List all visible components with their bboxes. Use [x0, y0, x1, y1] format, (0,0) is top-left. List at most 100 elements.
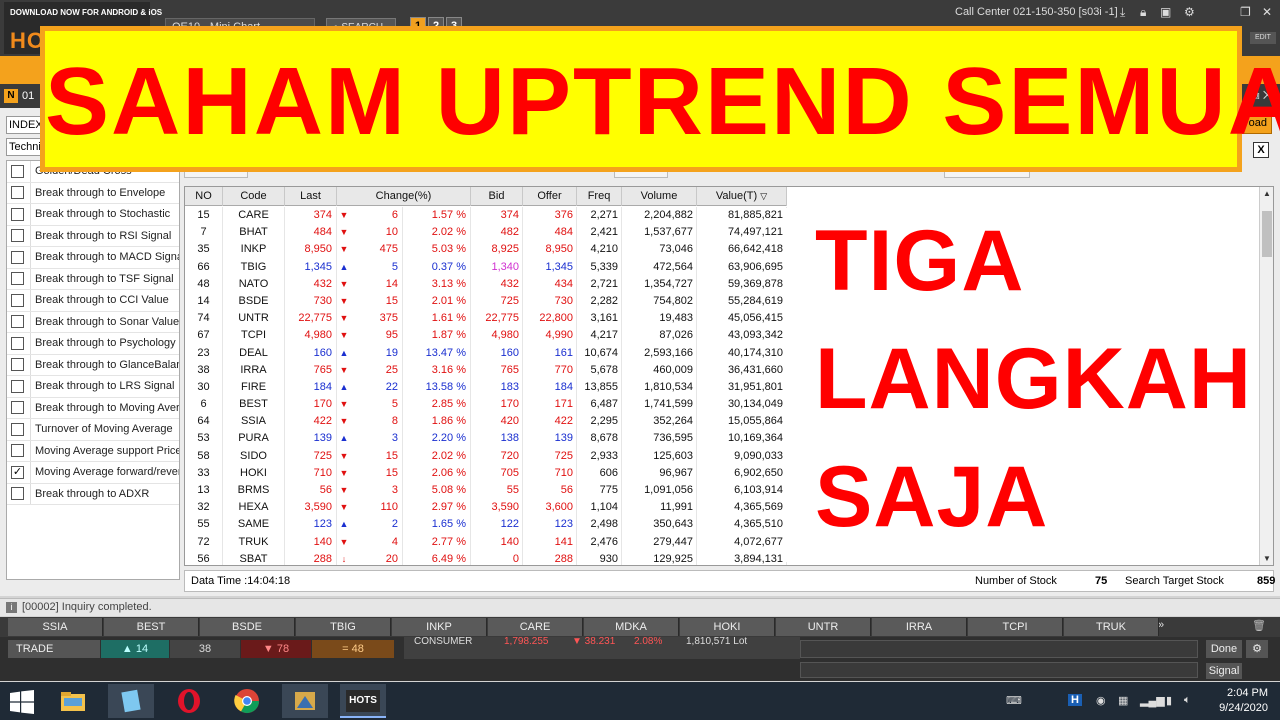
condition-item[interactable]: Break through to TSF Signal: [7, 268, 179, 290]
condition-item[interactable]: Break through to Sonar Value: [7, 311, 179, 333]
condition-checkbox[interactable]: [11, 164, 24, 178]
signal-bars-icon[interactable]: ▂▄▆: [1140, 694, 1165, 707]
header-volume[interactable]: Volume: [622, 187, 697, 206]
grid-scrollbar[interactable]: ▲ ▼: [1259, 187, 1273, 565]
order-field[interactable]: [800, 662, 1198, 678]
condition-checkbox[interactable]: [11, 358, 24, 372]
header-offer[interactable]: Offer: [523, 187, 577, 206]
battery-icon[interactable]: ▮: [1166, 694, 1172, 707]
ticker-tab[interactable]: TBIG: [296, 618, 391, 636]
order-field[interactable]: [800, 640, 1198, 658]
opera-app[interactable]: [166, 684, 212, 718]
header-value[interactable]: Value(T) ▽: [697, 187, 787, 206]
condition-checkbox[interactable]: [11, 379, 24, 393]
windows-start-icon[interactable]: [10, 690, 34, 714]
table-row[interactable]: 58 SIDO 725 ▼ 15 2.02 % 720 725 2,933 125,603 9,09…: [185, 447, 787, 465]
condition-checkbox[interactable]: [11, 487, 24, 501]
condition-item[interactable]: Turnover of Moving Average: [7, 419, 179, 441]
volume-icon[interactable]: 🔈︎: [1184, 694, 1191, 707]
ticker-tab[interactable]: MDKA: [584, 618, 679, 636]
condition-item[interactable]: Break through to LRS Signal: [7, 376, 179, 398]
condition-item[interactable]: Break through to Moving Average: [7, 397, 179, 419]
table-row[interactable]: 13 BRMS 56 ▼ 3 5.08 % 55 56 775 1,091,056 6,103,91…: [185, 482, 787, 500]
download-text[interactable]: DOWNLOAD NOW FOR ANDROID & iOS: [10, 8, 162, 17]
table-row[interactable]: 53 PURA 139 ▲ 3 2.20 % 138 139 8,678 736,595 10,16…: [185, 430, 787, 448]
condition-item[interactable]: Break through to Psychology: [7, 333, 179, 355]
app-window[interactable]: [282, 684, 328, 718]
condition-checkbox[interactable]: [11, 250, 24, 264]
table-row[interactable]: 35 INKP 8,950 ▼ 475 5.03 % 8,925 8,950 4,210 73,0…: [185, 241, 787, 259]
clock[interactable]: 2:04 PM 9/24/2020: [1210, 686, 1268, 716]
scroll-thumb[interactable]: [1262, 211, 1272, 257]
condition-item[interactable]: Break through to MACD Signal: [7, 247, 179, 269]
ticker-tab[interactable]: SSIA: [8, 618, 103, 636]
header-last[interactable]: Last: [285, 187, 337, 206]
trade-label[interactable]: TRADE: [8, 640, 100, 658]
header-code[interactable]: Code: [223, 187, 285, 206]
restore-window-icon[interactable]: ❐: [1240, 5, 1251, 19]
condition-checkbox[interactable]: ✓: [11, 465, 24, 479]
table-row[interactable]: 48 NATO 432 ▼ 14 3.13 % 432 434 2,721 1,354,727 59…: [185, 275, 787, 293]
ticker-tab[interactable]: INKP: [392, 618, 487, 636]
condition-checkbox[interactable]: [11, 186, 24, 200]
condition-checkbox[interactable]: [11, 207, 24, 221]
table-row[interactable]: 56 SBAT 288 ↓ 20 6.49 % 0 288 930 129,925 3,894,13…: [185, 550, 787, 565]
ticker-tab[interactable]: HOKI: [680, 618, 775, 636]
ticker-tab[interactable]: CARE: [488, 618, 583, 636]
scroll-up-icon[interactable]: ▲: [1260, 189, 1273, 198]
settings-gear-icon[interactable]: ⚙: [1246, 640, 1268, 658]
condition-checkbox[interactable]: [11, 272, 24, 286]
download-icon[interactable]: ⤓: [1120, 5, 1125, 20]
condition-item[interactable]: ✓ Moving Average forward/reverse: [7, 462, 179, 484]
ticker-tab[interactable]: IRRA: [872, 618, 967, 636]
scroll-down-icon[interactable]: ▼: [1260, 554, 1273, 563]
network-icon[interactable]: ▦: [1118, 694, 1128, 707]
ticker-tab[interactable]: UNTR: [776, 618, 871, 636]
condition-item[interactable]: Break through to CCI Value: [7, 290, 179, 312]
table-row[interactable]: 38 IRRA 765 ▼ 25 3.16 % 765 770 5,678 460,009 36,4…: [185, 361, 787, 379]
table-row[interactable]: 64 SSIA 422 ▼ 8 1.86 % 420 422 2,295 352,264 15,05…: [185, 413, 787, 431]
ticker-tab[interactable]: TRUK: [1064, 618, 1159, 636]
table-row[interactable]: 6 BEST 170 ▼ 5 2.85 % 170 171 6,487 1,741,599 30,1…: [185, 396, 787, 414]
header-no[interactable]: NO: [185, 187, 223, 206]
condition-item[interactable]: Moving Average support Price: [7, 440, 179, 462]
header-bid[interactable]: Bid: [471, 187, 523, 206]
table-row[interactable]: 7 BHAT 484 ▼ 10 2.02 % 482 484 2,421 1,537,677 74,…: [185, 224, 787, 242]
close-window-icon[interactable]: ✕: [1262, 5, 1272, 19]
ticker-tab[interactable]: TCPI: [968, 618, 1063, 636]
lock-icon[interactable]: 🔒︎: [1140, 5, 1146, 20]
condition-checkbox[interactable]: [11, 336, 24, 350]
condition-item[interactable]: Break through to GlanceBalance: [7, 354, 179, 376]
condition-item[interactable]: Break through to Envelope: [7, 182, 179, 204]
condition-checkbox[interactable]: [11, 422, 24, 436]
gear-icon[interactable]: ⚙: [1184, 5, 1195, 19]
condition-checkbox[interactable]: [11, 229, 24, 243]
notepad-app[interactable]: [108, 684, 154, 718]
table-row[interactable]: 30 FIRE 184 ▲ 22 13.58 % 183 184 13,855 1,810,534…: [185, 378, 787, 397]
hots-app[interactable]: HOTS: [340, 684, 386, 718]
signal-button[interactable]: Signal: [1206, 663, 1242, 679]
ticker-tab[interactable]: BEST: [104, 618, 199, 636]
trash-icon[interactable]: 🗑︎: [1252, 619, 1266, 632]
header-change[interactable]: Change(%): [337, 187, 471, 206]
table-row[interactable]: 32 HEXA 3,590 ▼ 110 2.97 % 3,590 3,600 1,104 11,9…: [185, 499, 787, 517]
table-row[interactable]: 72 TRUK 140 ▼ 4 2.77 % 140 141 2,476 279,447 4,072…: [185, 533, 787, 551]
table-row[interactable]: 14 BSDE 730 ▼ 15 2.01 % 725 730 2,282 754,802 55,2…: [185, 292, 787, 311]
condition-checkbox[interactable]: [11, 293, 24, 307]
chrome-app[interactable]: [224, 684, 270, 718]
edit-button[interactable]: EDIT: [1250, 32, 1276, 44]
condition-item[interactable]: Break through to Stochastic: [7, 204, 179, 226]
condition-checkbox[interactable]: [11, 401, 24, 415]
table-row[interactable]: 55 SAME 123 ▲ 2 1.65 % 122 123 2,498 350,643 4,365…: [185, 516, 787, 534]
table-row[interactable]: 33 HOKI 710 ▼ 15 2.06 % 705 710 606 96,967 6,902,6…: [185, 464, 787, 482]
condition-item[interactable]: Break through to ADXR: [7, 483, 179, 505]
shield-icon[interactable]: ◉: [1096, 694, 1106, 707]
condition-checkbox[interactable]: [11, 444, 24, 458]
table-row[interactable]: 15 CARE 374 ▼ 6 1.57 % 374 376 2,271 2,204,882 81,…: [185, 207, 787, 225]
keyboard-icon[interactable]: ⌨: [1006, 694, 1022, 707]
table-row[interactable]: 74 UNTR 22,775 ▼ 375 1.61 % 22,775 22,800 3,161 1…: [185, 310, 787, 328]
camera-icon[interactable]: ▣: [1160, 5, 1171, 19]
file-explorer-app[interactable]: [50, 684, 96, 718]
table-row[interactable]: 67 TCPI 4,980 ▼ 95 1.87 % 4,980 4,990 4,217 87,02…: [185, 327, 787, 345]
table-row[interactable]: 23 DEAL 160 ▲ 19 13.47 % 160 161 10,674 2,593,166…: [185, 344, 787, 362]
